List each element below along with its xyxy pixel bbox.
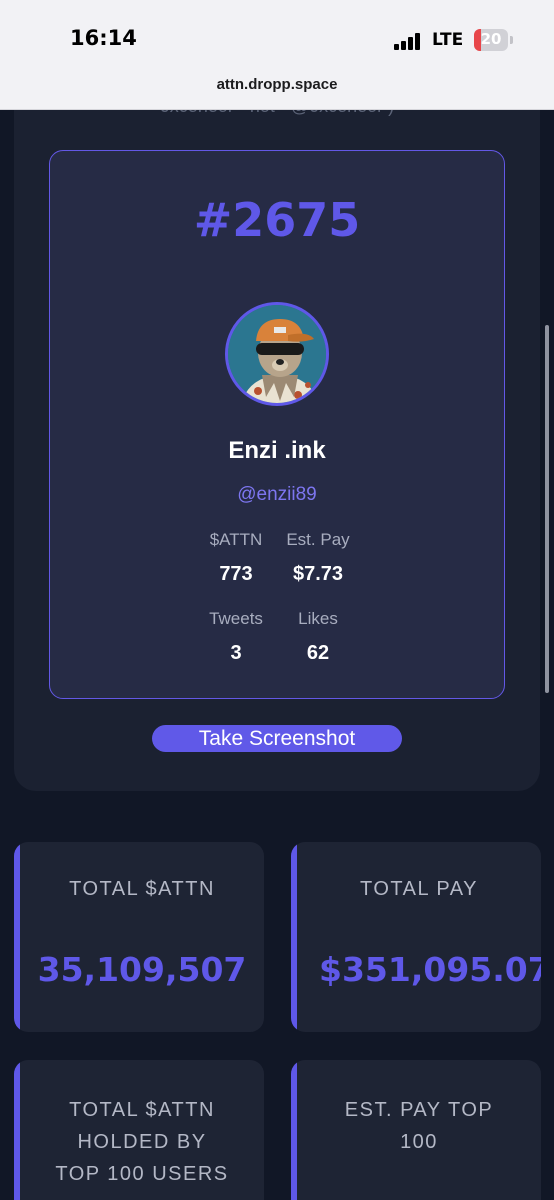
top100-attn-label: TOTAL $ATTN HOLDED BY TOP 100 USERS (55, 1099, 229, 1185)
battery-icon: 20 (474, 29, 508, 51)
total-pay-label: TOTAL PAY (360, 878, 478, 900)
top100-attn-card: TOTAL $ATTN HOLDED BY TOP 100 USERS (14, 1060, 264, 1200)
take-screenshot-button[interactable]: Take Screenshot (152, 725, 402, 752)
status-time: 16:14 (70, 26, 137, 50)
page-scrollbar[interactable] (545, 325, 549, 693)
total-attn-label: TOTAL $ATTN (69, 878, 215, 900)
top100-pay-label: EST. PAY TOP 100 (344, 1099, 494, 1153)
card-accent-bar (291, 1060, 297, 1200)
est-pay-value: $7.73 (292, 563, 344, 585)
network-label: LTE (432, 30, 464, 50)
display-name: Enzi .ink (228, 437, 326, 464)
total-pay-value: $351,095.07 (319, 950, 541, 989)
user-handle-link[interactable]: @enzii89 (0, 484, 554, 506)
total-pay-card: TOTAL PAY $351,095.07 (291, 842, 541, 1032)
battery-percent: 20 (480, 30, 502, 48)
likes-label: Likes (298, 609, 338, 628)
likes-value: 62 (306, 642, 330, 664)
card-accent-bar (291, 842, 297, 1032)
avatar (225, 302, 329, 406)
total-attn-value: 35,109,507 (37, 950, 247, 989)
card-accent-bar (14, 842, 20, 1032)
total-attn-card: TOTAL $ATTN 35,109,507 (14, 842, 264, 1032)
est-pay-label: Est. Pay (286, 530, 350, 549)
url-bar[interactable]: attn.dropp.space (0, 76, 554, 93)
card-accent-bar (14, 1060, 20, 1200)
signal-icon (394, 32, 422, 50)
top100-pay-card: EST. PAY TOP 100 (291, 1060, 541, 1200)
browser-top-bar: 16:14 LTE 20 attn.dropp.space (0, 0, 554, 110)
rank-number: #2675 (193, 193, 361, 247)
battery-nub (510, 36, 513, 44)
